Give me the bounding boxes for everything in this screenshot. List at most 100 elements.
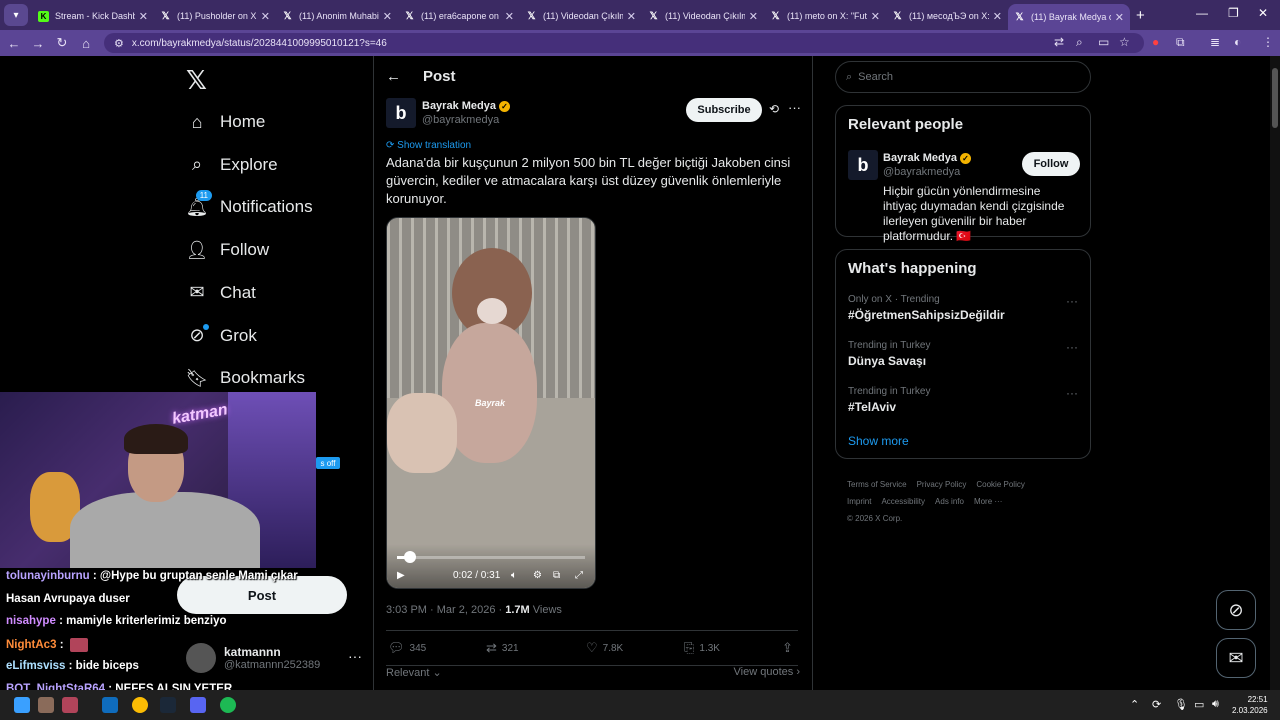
close-tab-icon[interactable]: ✕ (871, 10, 880, 23)
nav-item-explore[interactable]: ⌕ Explore (186, 145, 278, 185)
footer-link[interactable]: Accessibility (881, 497, 925, 506)
grok-icon[interactable]: ⟲ (769, 102, 779, 116)
browser-tab[interactable]: 𝕏 (11) Bayrak Medya on ✕ (1008, 4, 1130, 30)
close-window-icon[interactable]: ✕ (1258, 6, 1268, 20)
tray-chevron-icon[interactable]: ⌃ (1130, 698, 1139, 711)
microphone-icon[interactable]: 🎙︎ (1174, 698, 1188, 711)
page-scrollbar[interactable] (1270, 56, 1280, 690)
trend-item[interactable]: Trending in Turkey Dünya Savaşı ··· (848, 340, 1078, 368)
steam-icon[interactable] (160, 697, 176, 713)
browser-tab[interactable]: 𝕏 (11) Videodan Çıkılm ✕ (642, 4, 764, 28)
play-icon[interactable]: ▶ (397, 570, 405, 581)
taskbar-app-icon[interactable] (38, 697, 54, 713)
extension-red-icon[interactable]: ● (1152, 35, 1159, 49)
translate-icon[interactable]: ⇄ (1054, 35, 1064, 49)
trend-more-icon[interactable]: ··· (1066, 294, 1078, 308)
close-tab-icon[interactable]: ✕ (139, 10, 148, 23)
volume-icon[interactable]: 🔈︎ (511, 570, 517, 581)
home-icon[interactable]: ⌂ (74, 36, 98, 51)
close-tab-icon[interactable]: ✕ (505, 10, 514, 23)
tab-search-button[interactable]: ▾ (4, 4, 28, 26)
x-logo-icon[interactable]: 𝕏 (186, 66, 207, 96)
messages-fab-icon[interactable]: ✉ (1216, 638, 1256, 678)
more-icon[interactable]: ··· (348, 648, 362, 664)
follow-button[interactable]: Follow (1022, 152, 1080, 176)
network-icon[interactable]: ▭ (1194, 698, 1204, 711)
profile-avatar-icon[interactable]: ◐ (1234, 35, 1241, 49)
cast-icon[interactable]: ▭ (1098, 35, 1109, 49)
pip-icon[interactable]: ⧉ (553, 570, 560, 581)
settings-icon[interactable]: ⚙ (533, 570, 542, 581)
footer-link[interactable]: Privacy Policy (917, 480, 967, 489)
bookmark-button[interactable]: ⎘ 1.3K (684, 640, 720, 656)
back-arrow-icon[interactable]: ← (386, 68, 401, 85)
address-bar[interactable]: ⚙ x.com/bayrakmedya/status/2028441009995… (104, 33, 1144, 53)
close-tab-icon[interactable]: ✕ (627, 10, 636, 23)
discord-icon[interactable] (190, 697, 206, 713)
show-more-link[interactable]: Show more (848, 434, 909, 448)
volume-icon[interactable]: 🔊︎ (1212, 698, 1219, 711)
post-more-icon[interactable]: ··· (788, 100, 801, 115)
outlook-icon[interactable] (102, 697, 118, 713)
person-handle[interactable]: @bayrakmedya (883, 166, 971, 178)
video-player[interactable]: Bayrak ▶ 0:02 / 0:31 🔈︎ ⚙ ⧉ ⤢ (386, 217, 596, 589)
share-button[interactable]: ⇪ (782, 640, 798, 656)
nav-item-notifications[interactable]: 🔔︎ 11 Notifications (186, 187, 313, 227)
person-avatar[interactable]: b (848, 150, 878, 180)
person-name[interactable]: Bayrak Medya (883, 152, 957, 164)
browser-tab[interactable]: 𝕏 (11) Videodan Çıkılm ✕ (520, 4, 642, 28)
browser-tab[interactable]: 𝕏 (11) Anonim Muhabir ✕ (276, 4, 398, 28)
reading-list-icon[interactable]: ≣ (1210, 35, 1220, 49)
extensions-icon[interactable]: ⧉ (1176, 35, 1185, 50)
close-tab-icon[interactable]: ✕ (749, 10, 758, 23)
author-handle[interactable]: @bayrakmedya (422, 114, 510, 126)
nav-item-grok[interactable]: ⊘ Grok (186, 316, 257, 356)
author-name[interactable]: Bayrak Medya (422, 100, 496, 112)
trend-item[interactable]: Only on X · Trending #ÖğretmenSahipsizDeğ… (848, 294, 1078, 322)
footer-link[interactable]: Imprint (847, 497, 871, 506)
close-tab-icon[interactable]: ✕ (1115, 11, 1124, 24)
footer-link[interactable]: Cookie Policy (976, 480, 1024, 489)
close-tab-icon[interactable]: ✕ (383, 10, 392, 23)
minimize-icon[interactable]: — (1196, 6, 1208, 20)
browser-tab[interactable]: 𝕏 (11) месодЪЭ on X: ' ✕ (886, 4, 1008, 28)
trend-more-icon[interactable]: ··· (1066, 340, 1078, 354)
back-icon[interactable]: ← (2, 36, 26, 51)
nav-item-home[interactable]: ⌂ Home (186, 102, 266, 142)
browser-tab[interactable]: K Stream - Kick Dashbo ✕ (32, 4, 154, 28)
bookmark-star-icon[interactable]: ☆ (1119, 35, 1130, 49)
close-tab-icon[interactable]: ✕ (261, 10, 270, 23)
fullscreen-icon[interactable]: ⤢ (575, 570, 583, 581)
trend-item[interactable]: Trending in Turkey #TelAviv ··· (848, 386, 1078, 414)
taskbar-app-icon[interactable] (62, 697, 78, 713)
spotify-icon[interactable] (220, 697, 236, 713)
repost-button[interactable]: ⇄ 321 (486, 640, 519, 656)
chrome-icon[interactable] (132, 697, 148, 713)
browser-tab[interactable]: 𝕏 (11) era6capone on X ✕ (398, 4, 520, 28)
forward-icon[interactable]: → (26, 36, 50, 51)
video-scrubber-handle[interactable] (404, 551, 417, 563)
tray-app-icon[interactable]: ⟳ (1152, 698, 1161, 711)
footer-link[interactable]: More ··· (974, 497, 1002, 506)
zoom-icon[interactable]: ⌕ (1076, 35, 1083, 50)
sort-replies-dropdown[interactable]: Relevant ⌄ (386, 666, 442, 679)
browser-menu-icon[interactable]: ⋮ (1262, 35, 1274, 49)
scrollbar-thumb[interactable] (1272, 68, 1278, 128)
like-button[interactable]: ♡ 7.8K (586, 640, 623, 656)
browser-tab[interactable]: 𝕏 (11) meto on X: "Futb ✕ (764, 4, 886, 28)
reload-icon[interactable]: ↻ (50, 35, 74, 51)
footer-link[interactable]: Ads info (935, 497, 964, 506)
video-progress-bar[interactable] (397, 551, 585, 563)
start-icon[interactable] (14, 697, 30, 713)
show-translation-link[interactable]: ⟳ Show translation (386, 140, 471, 151)
new-tab-button[interactable]: + (1136, 7, 1145, 24)
grok-fab-icon[interactable]: ⊘ (1216, 590, 1256, 630)
trend-more-icon[interactable]: ··· (1066, 386, 1078, 400)
reply-button[interactable]: 💬︎ 345 (388, 640, 426, 656)
post-author[interactable]: b Bayrak Medya ✓ @bayrakmedya (386, 98, 510, 128)
close-tab-icon[interactable]: ✕ (993, 10, 1002, 23)
subscribe-button[interactable]: Subscribe (686, 98, 762, 122)
browser-tab[interactable]: 𝕏 (11) Pusholder on X: ' ✕ (154, 4, 276, 28)
maximize-icon[interactable]: ❐ (1228, 6, 1239, 20)
taskbar-clock[interactable]: 22:51 2.03.2026 (1232, 694, 1268, 716)
